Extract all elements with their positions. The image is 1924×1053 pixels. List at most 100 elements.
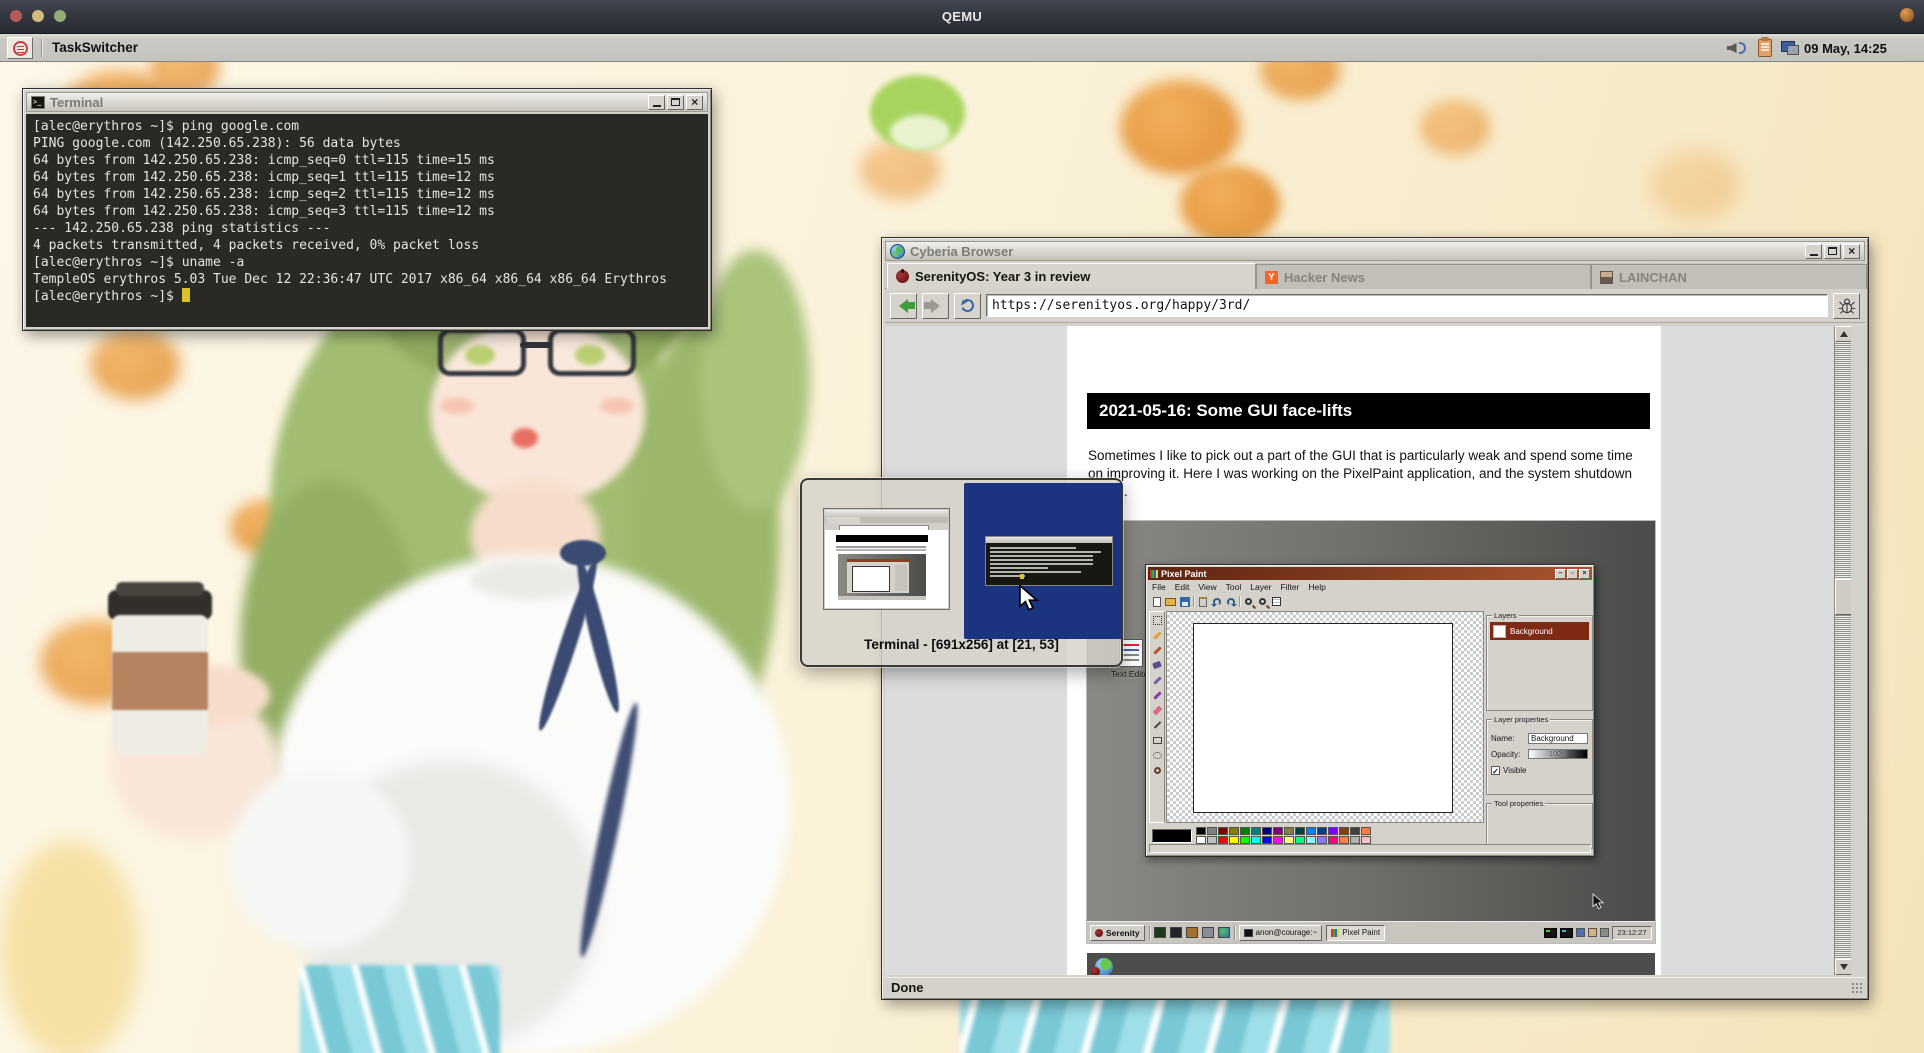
wallpaper-shape: [520, 342, 552, 348]
taskswitcher-app-button[interactable]: [7, 37, 33, 59]
serenity-start-button: Serenity: [1090, 925, 1145, 941]
fit-image-icon: [1271, 596, 1282, 607]
network-icon[interactable]: [1778, 38, 1802, 58]
scroll-up-button[interactable]: [1835, 326, 1851, 342]
close-button[interactable]: ×: [686, 95, 703, 110]
bug-icon: [1838, 297, 1856, 315]
pp-menu-help: Help: [1308, 582, 1325, 592]
post-paragraph: Sometimes I like to pick out a part of t…: [1088, 447, 1648, 501]
wallpaper-shape: [700, 250, 810, 510]
maximize-button[interactable]: [1824, 244, 1841, 259]
vertical-scrollbar[interactable]: [1834, 326, 1851, 975]
line-tool-icon: [1151, 719, 1163, 731]
window-thumbnail-terminal[interactable]: [985, 536, 1113, 586]
volume-icon[interactable]: [1722, 38, 1750, 58]
clipboard-icon[interactable]: [1754, 38, 1776, 58]
resize-grip[interactable]: [1851, 982, 1863, 994]
task-switcher-caption: Terminal - [691x256] at [21, 53]: [802, 637, 1121, 652]
wallpaper-shape: [300, 965, 500, 1053]
host-badge-icon: [1900, 8, 1914, 22]
terminal-window: Terminal × [alec@erythros ~]$ ping googl…: [22, 88, 712, 331]
thumbnail-text-line: [990, 551, 1101, 553]
second-screenshot-image[interactable]: [1087, 953, 1655, 975]
task-switcher-overlay: Terminal - [691x256] at [21, 53]: [800, 478, 1123, 667]
palette-swatch: [1196, 836, 1206, 844]
palette-swatch: [1196, 827, 1206, 835]
url-input[interactable]: https://serenityos.org/happy/3rd/: [986, 294, 1828, 317]
palette-swatch: [1306, 827, 1316, 835]
opacity-slider: 100%: [1528, 749, 1588, 759]
rectangle-tool-icon: [1151, 734, 1163, 746]
palette-swatch: [1350, 836, 1360, 844]
close-button[interactable]: ×: [1843, 244, 1860, 259]
layer-name-field: Background: [1528, 733, 1588, 744]
browser-statusbar: Done: [885, 977, 1865, 996]
pp-menu-layer: Layer: [1250, 582, 1271, 592]
maximize-button[interactable]: [667, 95, 684, 110]
reload-icon: [959, 297, 976, 314]
inspector-button[interactable]: [1833, 293, 1860, 319]
tray-monitor-icon: [1560, 928, 1573, 938]
taskbar-clock[interactable]: 09 May, 14:25: [1804, 41, 1920, 56]
quicklaunch-monitor-icon: [1170, 927, 1182, 938]
tray-volume-icon: [1600, 928, 1609, 937]
quicklaunch-browser-icon: [1218, 927, 1230, 938]
eraser-tool-icon: [1151, 704, 1163, 716]
pixelpaint-canvas-area: [1166, 611, 1484, 823]
tab-label: SerenityOS: Year 3 in review: [915, 269, 1090, 284]
taskbar-separator: [41, 39, 42, 57]
selection-highlight: [964, 483, 1122, 639]
tab-lainchan[interactable]: LAINCHAN: [1591, 264, 1867, 289]
terminal-line: [alec@erythros ~]$ ping google.com: [33, 118, 701, 135]
terminal-line: PING google.com (142.250.65.238): 56 dat…: [33, 135, 701, 152]
tab-serenityos-year-3[interactable]: SerenityOS: Year 3 in review: [887, 263, 1256, 289]
pixelpaint-title: Pixel Paint: [1161, 569, 1207, 579]
palette-swatch: [1229, 827, 1239, 835]
reload-button[interactable]: [954, 293, 981, 319]
minimize-button[interactable]: [1805, 244, 1822, 259]
palette-swatch: [1251, 836, 1261, 844]
browser-titlebar[interactable]: Cyberia Browser ×: [885, 241, 1865, 261]
window-thumbnail-browser[interactable]: [823, 508, 950, 610]
palette-swatch: [1218, 836, 1228, 844]
pencil-tool-icon: [1151, 629, 1163, 641]
palette-swatch: [1251, 827, 1261, 835]
wallpaper-shape: [1120, 80, 1240, 175]
palette-row-1: [1196, 827, 1371, 835]
layer-name: Background: [1510, 627, 1553, 636]
thumbnail-text-line: [990, 547, 1076, 549]
palette-row-2: [1196, 836, 1371, 844]
scroll-down-button[interactable]: [1835, 959, 1851, 975]
terminal-line: TempleOS erythros 5.03 Tue Dec 12 22:36:…: [33, 271, 701, 288]
minimize-button[interactable]: [648, 95, 665, 110]
palette-swatch: [1317, 827, 1327, 835]
forward-button[interactable]: [922, 293, 949, 319]
system-taskbar: TaskSwitcher 09 May, 14:25: [0, 34, 1924, 62]
back-button[interactable]: [890, 293, 917, 319]
pp-menu-view: View: [1198, 582, 1216, 592]
pixelpaint-screenshot-image[interactable]: Text Editor Pixel Paint – ▫ × FileEditVi…: [1087, 521, 1655, 943]
terminal-content[interactable]: [alec@erythros ~]$ ping google.comPING g…: [26, 114, 708, 327]
thumbnail-text-line: [990, 571, 1081, 573]
host-minimize-button[interactable]: [32, 10, 44, 22]
status-text: Done: [891, 980, 924, 995]
avatar-icon: [1600, 271, 1613, 284]
browser-app-icon: [890, 244, 905, 259]
host-zoom-button[interactable]: [54, 10, 66, 22]
terminal-titlebar[interactable]: Terminal ×: [26, 92, 708, 112]
palette-swatch: [1328, 836, 1338, 844]
opacity-label: Opacity:: [1491, 750, 1525, 759]
host-titlebar: QEMU: [0, 0, 1924, 34]
move-tool-icon: [1151, 614, 1163, 626]
host-close-button[interactable]: [10, 10, 22, 22]
palette-swatch: [1328, 827, 1338, 835]
pixelpaint-titlebar: Pixel Paint – ▫ ×: [1148, 567, 1592, 580]
zoom-out-icon: [1257, 596, 1268, 607]
redo-icon: [1225, 596, 1236, 607]
close-button: ×: [1579, 569, 1590, 579]
scrollbar-thumb[interactable]: [1835, 579, 1851, 615]
wallpaper-shape: [600, 398, 634, 414]
pp-menu-edit: Edit: [1175, 582, 1190, 592]
tab-hacker-news[interactable]: Y Hacker News: [1256, 264, 1591, 289]
zoom-tool-icon: [1151, 764, 1163, 776]
